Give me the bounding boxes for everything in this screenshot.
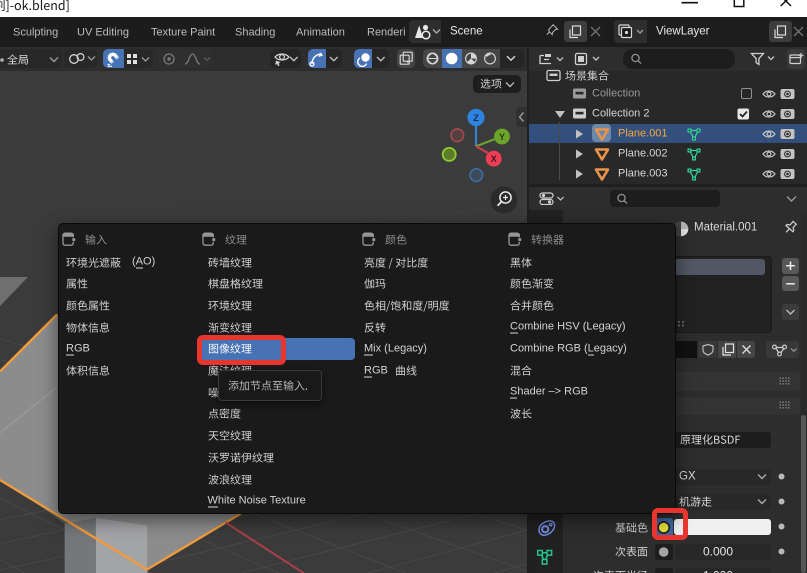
svg-text:Z: Z (473, 113, 479, 124)
svg-text:Y: Y (499, 132, 505, 142)
svg-text:X: X (491, 154, 497, 164)
